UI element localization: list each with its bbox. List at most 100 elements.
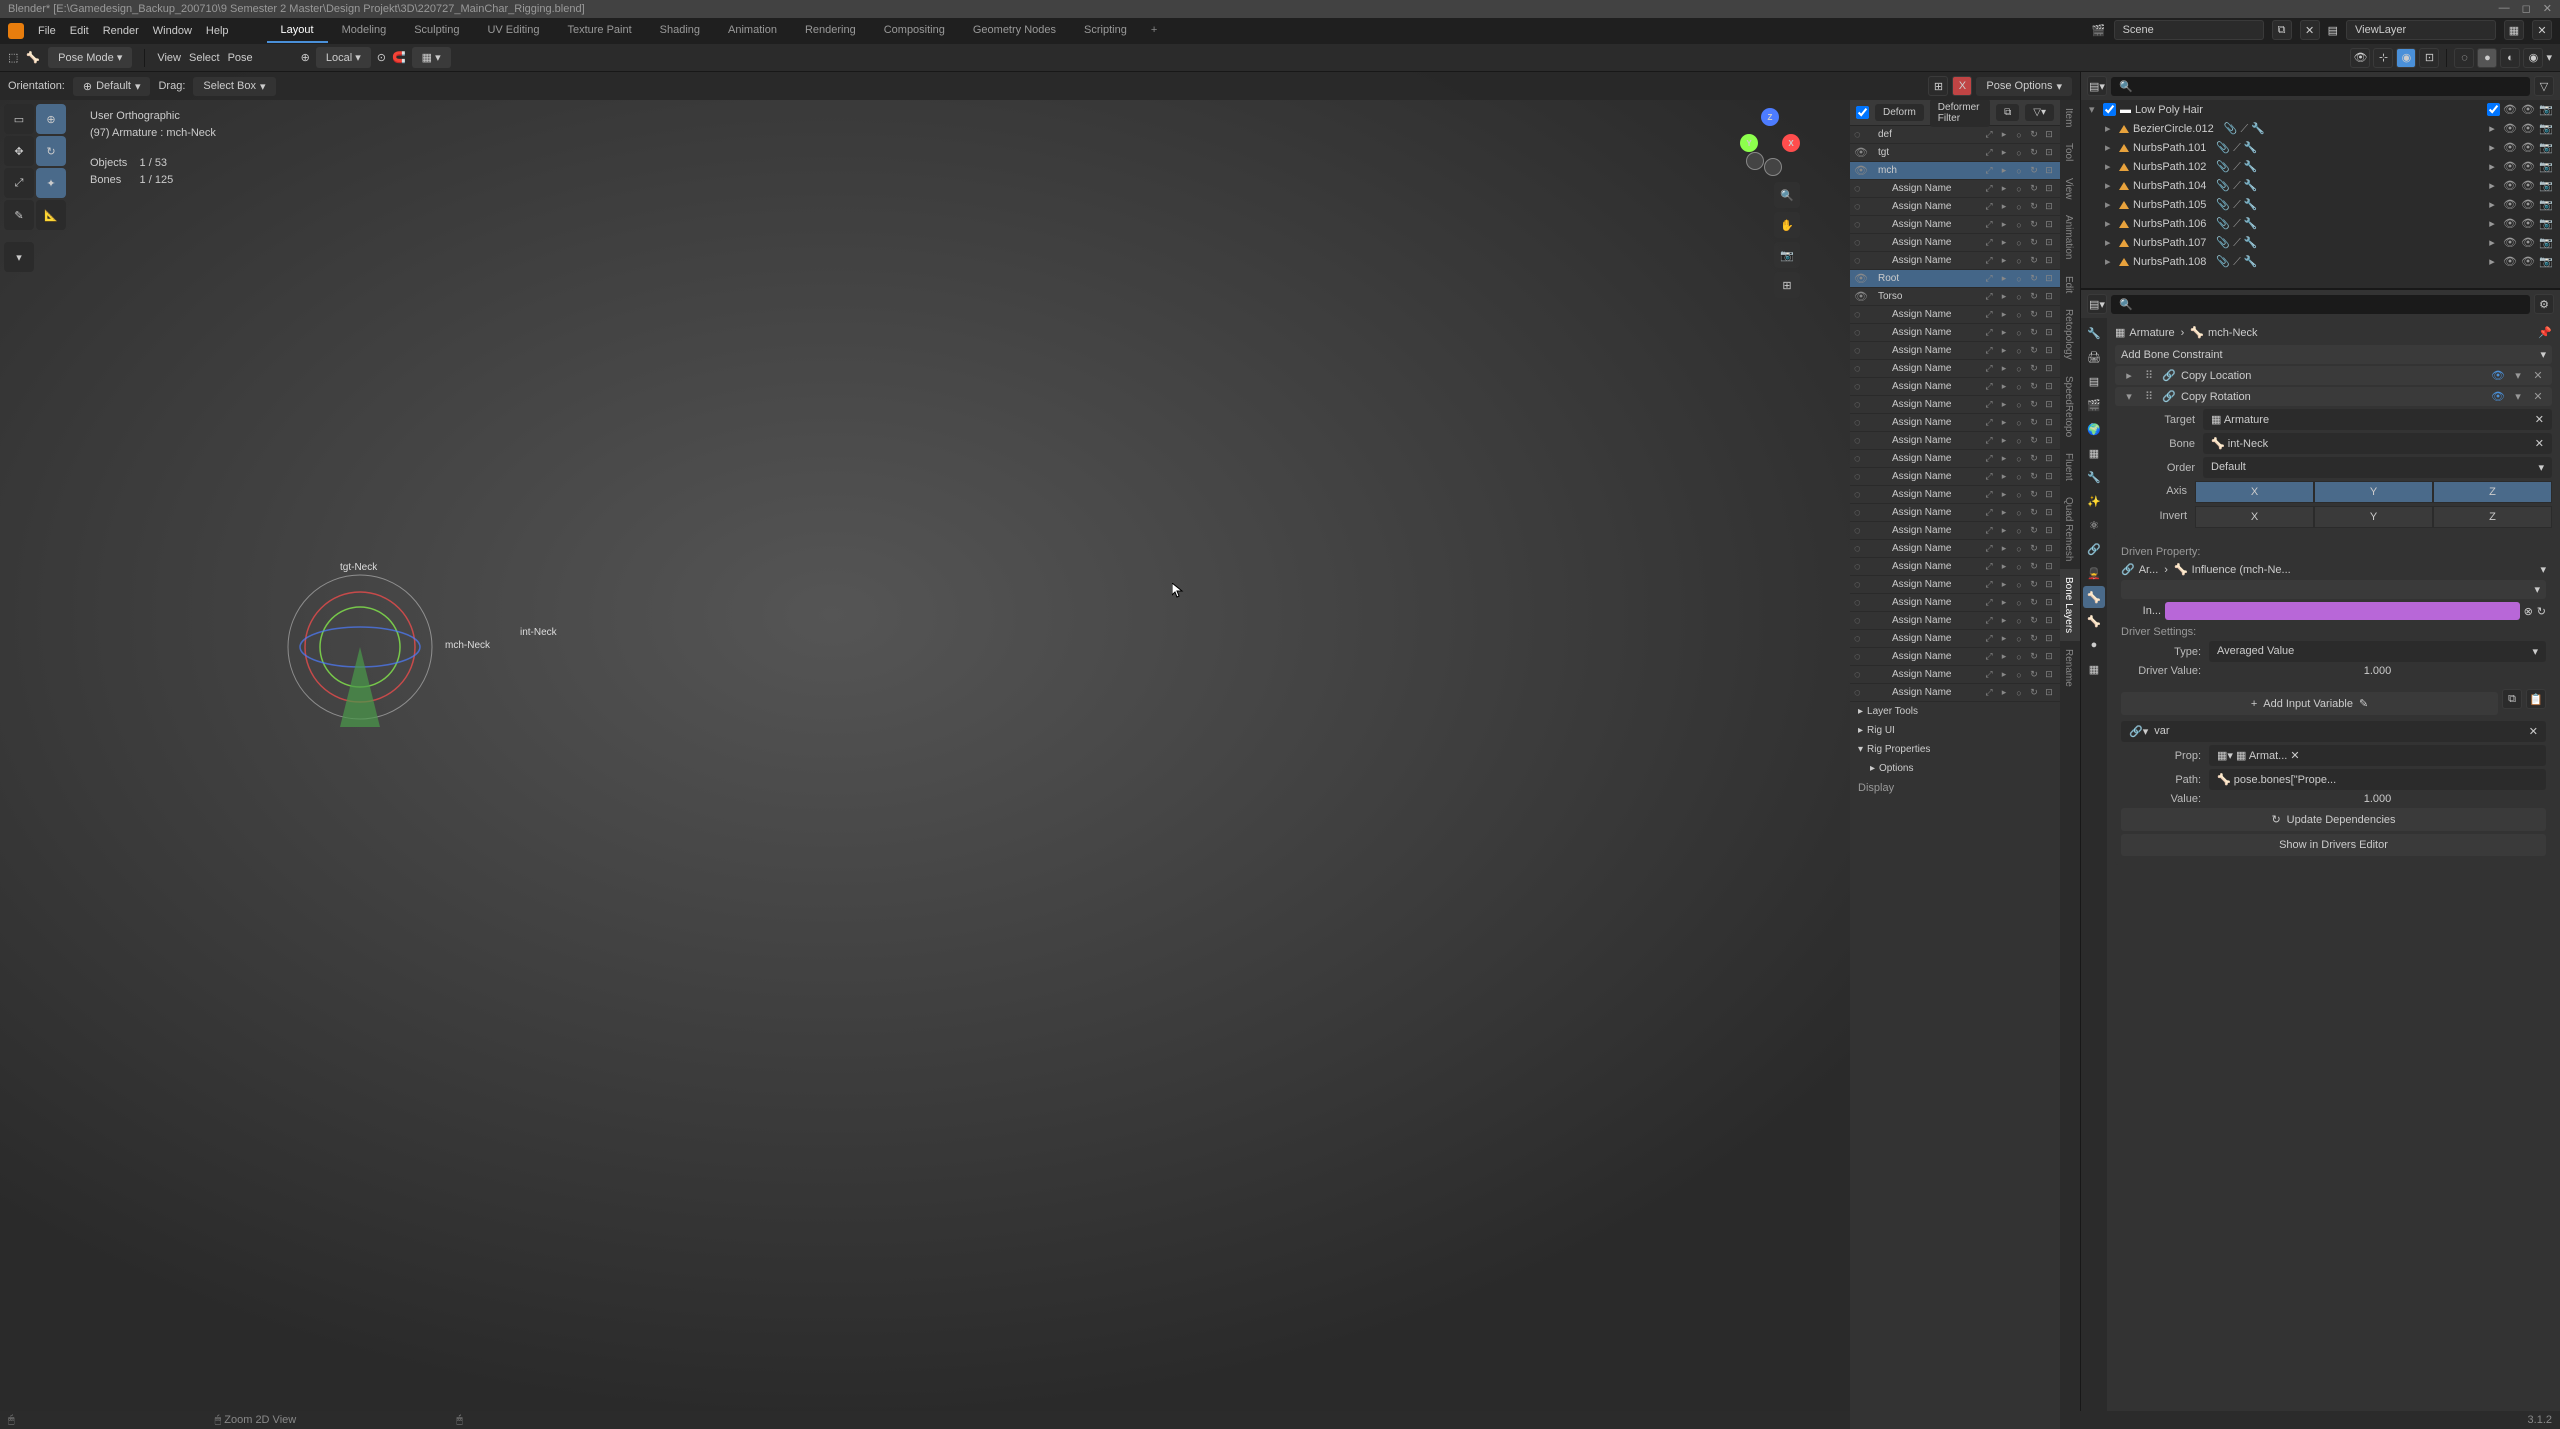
layer-assign-row[interactable]: ◌Assign Name⤢▸○↻⊡ bbox=[1850, 612, 2060, 630]
tab-physics[interactable]: ⚛ bbox=[2083, 514, 2105, 536]
tool-scale[interactable]: ⤢ bbox=[4, 168, 34, 198]
viewlayer-field[interactable]: ViewLayer bbox=[2346, 20, 2496, 40]
disable-icon[interactable]: 📷 bbox=[2538, 103, 2554, 116]
constraint-copy-rotation[interactable]: ▾⠿🔗 Copy Rotation 👁 ▾ ✕ bbox=[2115, 387, 2552, 406]
tab-object[interactable]: ▦ bbox=[2083, 442, 2105, 464]
ntab-quad-remesh[interactable]: Quad Remesh bbox=[2060, 489, 2080, 569]
layer-assign-row[interactable]: ◌Assign Name⤢▸○↻⊡ bbox=[1850, 576, 2060, 594]
editor-type-icon[interactable]: ⬚ bbox=[8, 51, 18, 64]
camera-icon[interactable]: 📷 bbox=[1774, 242, 1800, 268]
tab-bone-constraint[interactable]: 🦴 bbox=[2083, 586, 2105, 608]
tab-render[interactable]: 🔧 bbox=[2083, 322, 2105, 344]
hidden-row1[interactable]: ▾ bbox=[2121, 580, 2546, 599]
prop-field[interactable]: ▦▾ ▦ Armat... ✕ bbox=[2209, 745, 2546, 766]
shading-material-icon[interactable]: ◐ bbox=[2500, 48, 2520, 68]
tab-material[interactable]: ● bbox=[2083, 634, 2105, 656]
outliner-item[interactable]: ▸NurbsPath.107📎 ⟋ 🔧▸👁👁📷 bbox=[2081, 233, 2560, 252]
mode-dropdown[interactable]: Pose Mode ▾ bbox=[48, 47, 132, 68]
bc-driven-arm[interactable]: 🔗 Ar... bbox=[2121, 563, 2158, 576]
menu-window[interactable]: Window bbox=[153, 25, 192, 37]
ntab-animation[interactable]: Animation bbox=[2060, 207, 2080, 267]
show-drivers-editor-button[interactable]: Show in Drivers Editor bbox=[2121, 834, 2546, 856]
gizmo-y[interactable]: Y bbox=[1740, 134, 1758, 152]
delete-icon[interactable]: ✕ bbox=[2530, 369, 2546, 382]
bone-field[interactable]: 🦴 int-Neck✕ bbox=[2203, 433, 2552, 454]
viewport-3d[interactable]: Orientation: ⊕ Default ▾ Drag: Select Bo… bbox=[0, 72, 2080, 1429]
snap-dropdown[interactable]: ▦ ▾ bbox=[412, 47, 451, 68]
layer-assign-row[interactable]: ◌Assign Name⤢▸○↻⊡ bbox=[1850, 396, 2060, 414]
tab-texture[interactable]: ▦ bbox=[2083, 658, 2105, 680]
tab-rendering[interactable]: Rendering bbox=[791, 19, 870, 43]
outliner-search[interactable]: 🔍 bbox=[2111, 77, 2530, 96]
zoom-icon[interactable]: 🔍 bbox=[1774, 182, 1800, 208]
hide-icon[interactable]: 👁 bbox=[2520, 103, 2536, 116]
menu-edit[interactable]: Edit bbox=[70, 25, 89, 37]
tab-uv-editing[interactable]: UV Editing bbox=[473, 19, 553, 43]
layer-row[interactable]: ◌def⤢▸○↻⊡ bbox=[1850, 126, 2060, 144]
layer-row[interactable]: 👁Torso⤢▸○↻⊡ bbox=[1850, 288, 2060, 306]
collection-name[interactable]: Low Poly Hair bbox=[2135, 104, 2203, 116]
add-workspace-icon[interactable]: + bbox=[1141, 19, 1167, 43]
outliner-item[interactable]: ▸BezierCircle.012📎 ⟋ 🔧▸👁👁📷 bbox=[2081, 119, 2560, 138]
ntab-tool[interactable]: Tool bbox=[2060, 135, 2080, 169]
bc-bone[interactable]: 🦴 mch-Neck bbox=[2190, 326, 2257, 339]
outliner-filter-icon[interactable]: ▽ bbox=[2534, 76, 2554, 96]
layer-assign-row[interactable]: ◌Assign Name⤢▸○↻⊡ bbox=[1850, 468, 2060, 486]
menu-help[interactable]: Help bbox=[206, 25, 229, 37]
invert-x[interactable]: X bbox=[2195, 506, 2314, 528]
filter-icon[interactable]: ▽▾ bbox=[2025, 104, 2054, 121]
layer-assign-row[interactable]: ◌Assign Name⤢▸○↻⊡ bbox=[1850, 378, 2060, 396]
tab-world[interactable]: 🌍 bbox=[2083, 418, 2105, 440]
props-display-icon[interactable]: ▤▾ bbox=[2087, 294, 2107, 314]
gizmo-x[interactable]: X bbox=[1782, 134, 1800, 152]
tab-texture-paint[interactable]: Texture Paint bbox=[553, 19, 645, 43]
update-dependencies-button[interactable]: ↻ Update Dependencies bbox=[2121, 808, 2546, 831]
rig-ui-panel[interactable]: Rig UI bbox=[1850, 721, 2060, 740]
menu-select[interactable]: Select bbox=[189, 52, 220, 64]
layer-assign-row[interactable]: ◌Assign Name⤢▸○↻⊡ bbox=[1850, 306, 2060, 324]
persp-icon[interactable]: ⊞ bbox=[1774, 272, 1800, 298]
ntab-speedretopo[interactable]: SpeedRetopo bbox=[2060, 368, 2080, 445]
invert-z[interactable]: Z bbox=[2433, 506, 2552, 528]
tab-bone[interactable]: 🦴 bbox=[2083, 610, 2105, 632]
tab-particles[interactable]: ✨ bbox=[2083, 490, 2105, 512]
axis-x[interactable]: X bbox=[2195, 481, 2314, 503]
close-icon[interactable]: ✕ bbox=[2543, 2, 2552, 15]
tab-modeling[interactable]: Modeling bbox=[328, 19, 401, 43]
add-input-variable-button[interactable]: + Add Input Variable ✎ bbox=[2121, 692, 2498, 715]
orientation-dropdown[interactable]: ⊕ Default ▾ bbox=[73, 77, 151, 96]
ntab-rename[interactable]: Rename bbox=[2060, 641, 2080, 695]
mirror-x-icon[interactable]: ⊞ bbox=[1928, 76, 1948, 96]
target-field[interactable]: ▦ Armature✕ bbox=[2203, 409, 2552, 430]
ntab-bone-layers[interactable]: Bone Layers bbox=[2060, 569, 2080, 641]
outliner-item[interactable]: ▸NurbsPath.105📎 ⟋ 🔧▸👁👁📷 bbox=[2081, 195, 2560, 214]
ntab-view[interactable]: View bbox=[2060, 170, 2080, 208]
extras-icon[interactable]: ▾ bbox=[2510, 369, 2526, 382]
copy-icon[interactable]: ⧉ bbox=[1996, 104, 2019, 121]
tab-geometry-nodes[interactable]: Geometry Nodes bbox=[959, 19, 1070, 43]
collection-checkbox[interactable] bbox=[2103, 103, 2116, 116]
minimize-icon[interactable]: — bbox=[2499, 2, 2510, 15]
gizmo-z[interactable]: Z bbox=[1761, 108, 1779, 126]
layer-assign-row[interactable]: ◌Assign Name⤢▸○↻⊡ bbox=[1850, 324, 2060, 342]
tab-sculpting[interactable]: Sculpting bbox=[400, 19, 473, 43]
snap-icon[interactable]: 🧲 bbox=[392, 51, 406, 64]
overlay-toggle-icon[interactable]: ◉ bbox=[2396, 48, 2416, 68]
deform-checkbox[interactable] bbox=[1856, 106, 1869, 119]
layer-delete-icon[interactable]: ✕ bbox=[2532, 20, 2552, 40]
eye-icon[interactable]: 👁 bbox=[2490, 369, 2506, 382]
outliner-item[interactable]: ▸NurbsPath.102📎 ⟋ 🔧▸👁👁📷 bbox=[2081, 157, 2560, 176]
tab-scene[interactable]: 🎬 bbox=[2083, 394, 2105, 416]
layer-tools-panel[interactable]: Layer Tools bbox=[1850, 702, 2060, 721]
blender-logo[interactable] bbox=[8, 23, 24, 39]
nav-gizmo[interactable]: Z X Y bbox=[1740, 108, 1800, 168]
add-constraint-dropdown[interactable]: Add Bone Constraint▾ bbox=[2115, 345, 2552, 364]
tool-rotate[interactable]: ↻ bbox=[36, 136, 66, 166]
deform-button[interactable]: Deform bbox=[1875, 104, 1924, 121]
tab-constraint-obj[interactable]: 🔗 bbox=[2083, 538, 2105, 560]
path-field[interactable]: 🦴 pose.bones["Prope... bbox=[2209, 769, 2546, 790]
tab-modifier[interactable]: 🔧 bbox=[2083, 466, 2105, 488]
menu-file[interactable]: File bbox=[38, 25, 56, 37]
layer-assign-row[interactable]: ◌Assign Name⤢▸○↻⊡ bbox=[1850, 216, 2060, 234]
scene-field[interactable]: Scene bbox=[2114, 20, 2264, 40]
